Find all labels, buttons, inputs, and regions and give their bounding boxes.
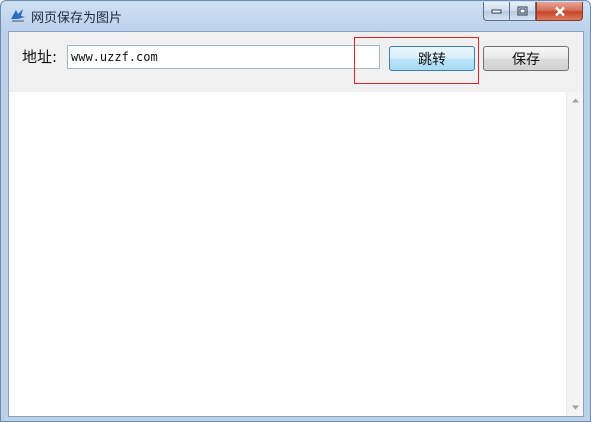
scroll-up-button[interactable]: [567, 92, 584, 109]
save-button[interactable]: 保存: [483, 46, 569, 71]
minimize-icon: [491, 9, 502, 14]
title-bar[interactable]: 网页保存为图片: [1, 1, 590, 31]
app-icon: [11, 9, 25, 22]
address-label: 地址:: [22, 48, 58, 66]
client-area: 地址: 跳转 保存: [8, 31, 584, 417]
chevron-up-icon: [572, 98, 579, 103]
maximize-icon: [517, 6, 528, 16]
window-title: 网页保存为图片: [31, 11, 123, 26]
close-button[interactable]: [536, 2, 583, 21]
minimize-button[interactable]: [483, 2, 510, 21]
web-view[interactable]: [9, 92, 583, 416]
app-window: 网页保存为图片 地址: 跳转 保存: [0, 0, 591, 422]
go-button[interactable]: 跳转: [389, 46, 475, 71]
vertical-scrollbar[interactable]: [566, 92, 583, 416]
maximize-button[interactable]: [509, 2, 536, 21]
close-icon: [554, 6, 565, 16]
scroll-down-button[interactable]: [567, 399, 584, 416]
address-input[interactable]: [67, 45, 380, 69]
chevron-down-icon: [572, 405, 579, 410]
